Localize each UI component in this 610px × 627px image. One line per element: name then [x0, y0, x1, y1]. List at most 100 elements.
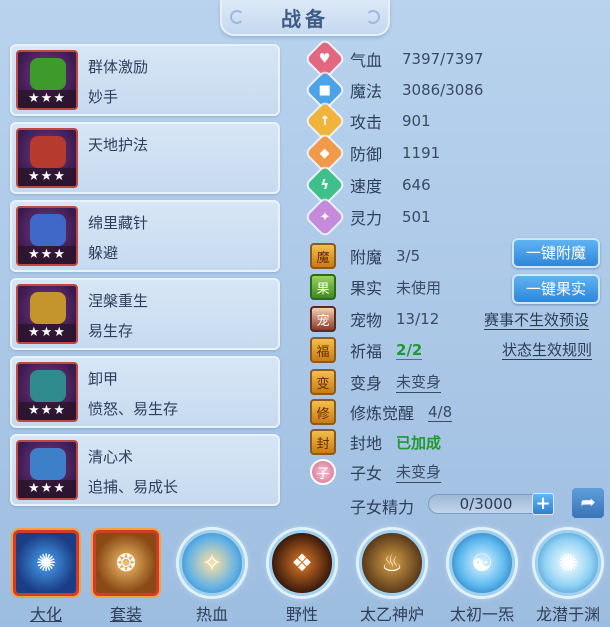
skill-name: 群体激励 [88, 58, 149, 76]
skill-sub: 愤怒、易生存 [88, 400, 179, 418]
stat-label: 魔法 [350, 82, 383, 101]
fief-icon: 封 [310, 429, 336, 455]
misc-value: 未使用 [396, 278, 442, 297]
stat-defense: ◆ 防御 1191 [306, 134, 441, 172]
fruit-all-button[interactable]: 一键果实 [512, 274, 600, 304]
skill-item[interactable]: ★★★ 涅槃重生 易生存 [10, 278, 280, 350]
add-energy-button[interactable]: + [532, 493, 554, 515]
skill-name: 绵里藏针 [88, 214, 149, 232]
misc-value: 已加成 [396, 433, 442, 452]
misc-transform: 变 变身 未变身 [310, 367, 442, 397]
misc-cultivation: 修 修炼觉醒 4/8 [310, 397, 453, 427]
fruit-icon: 果 [310, 274, 336, 300]
skill-sub: 妙手 [88, 88, 119, 106]
misc-label: 祈福 [350, 342, 383, 361]
tab-label: 套装 [109, 605, 142, 624]
misc-blessing: 福 祈福 2/2 [310, 335, 423, 365]
skill-item[interactable]: ★★★ 天地护法 [10, 122, 280, 194]
misc-enchant: 魔 附魔 3/5 [310, 241, 420, 271]
spirit-icon: ✦ [306, 198, 344, 236]
skill-item[interactable]: ★★★ 卸甲 愤怒、易生存 [10, 356, 280, 428]
skill-icon: ★★★ [16, 440, 78, 500]
stat-value: 901 [402, 112, 431, 130]
bottom-tabs: ✺ 大化 ❂ 套装 ✧ 热血 ❖ 野性 ♨ 太乙神炉 ☯ 太初一炁 ✺ 龙潜于渊 [0, 530, 610, 627]
skill-item[interactable]: ★★★ 群体激励 妙手 [10, 44, 280, 116]
tab-yexing[interactable]: ❖ 野性 [262, 530, 342, 625]
stat-label: 攻击 [350, 113, 383, 132]
transform-icon: 变 [310, 369, 336, 395]
skill-sub: 躲避 [88, 244, 119, 262]
stat-value: 7397/7397 [402, 50, 484, 68]
rexue-icon: ✧ [179, 530, 245, 596]
skill-name: 涅槃重生 [88, 292, 149, 310]
tab-label: 龙潜于渊 [535, 605, 600, 624]
tab-dahua[interactable]: ✺ 大化 [6, 530, 86, 625]
misc-fruit: 果 果实 未使用 [310, 272, 441, 302]
stat-label: 气血 [350, 51, 383, 70]
event-preset-link[interactable]: 赛事不生效预设 [484, 311, 590, 330]
misc-label: 果实 [350, 279, 383, 298]
enchant-icon: 魔 [310, 243, 336, 269]
skill-list: ★★★ 群体激励 妙手 ★★★ 天地护法 ★★★ 绵里藏针 躲避 ★★★ 涅槃重… [10, 44, 280, 512]
skill-item[interactable]: ★★★ 绵里藏针 躲避 [10, 200, 280, 272]
stat-speed: ϟ 速度 646 [306, 166, 431, 204]
misc-value[interactable]: 未变身 [396, 461, 442, 483]
skill-icon: ★★★ [16, 50, 78, 110]
skill-name: 卸甲 [88, 370, 119, 388]
stat-mp: ■ 魔法 3086/3086 [306, 71, 484, 109]
tab-longqian[interactable]: ✺ 龙潜于渊 [528, 530, 608, 625]
speed-icon: ϟ [306, 166, 344, 204]
misc-value[interactable]: 4/8 [428, 403, 453, 422]
skill-sub: 易生存 [88, 322, 134, 340]
misc-label: 封地 [350, 434, 383, 453]
child-icon: 子 [310, 459, 336, 485]
status-rules-link[interactable]: 状态生效规则 [502, 341, 593, 360]
tab-label: 太乙神炉 [359, 605, 424, 624]
stat-value: 646 [402, 176, 431, 194]
tab-label: 野性 [285, 605, 318, 624]
energy-label: 子女精力 [350, 498, 415, 517]
pet-icon: 宠 [310, 306, 336, 332]
stat-value: 1191 [402, 144, 441, 162]
tab-taichu[interactable]: ☯ 太初一炁 [442, 530, 522, 625]
enchant-all-button[interactable]: 一键附魔 [512, 238, 600, 268]
yexing-icon: ❖ [269, 530, 335, 596]
misc-value: 13/12 [396, 310, 440, 328]
tab-rexue[interactable]: ✧ 热血 [172, 530, 252, 625]
stat-hp: ♥ 气血 7397/7397 [306, 40, 484, 78]
misc-value[interactable]: 未变身 [396, 371, 442, 393]
cultivation-icon: 修 [310, 399, 336, 425]
skill-sub: 追捕、易成长 [88, 478, 179, 496]
skill-item[interactable]: ★★★ 清心术 追捕、易成长 [10, 434, 280, 506]
page-title: 战备 [281, 6, 329, 31]
misc-label: 子女 [350, 464, 383, 483]
tab-label: 太初一炁 [449, 605, 514, 624]
energy-bar: 0/3000 [428, 494, 544, 514]
skill-icon: ★★★ [16, 206, 78, 266]
suit-icon: ❂ [93, 530, 159, 596]
misc-fief: 封 封地 已加成 [310, 427, 441, 457]
stat-value: 3086/3086 [402, 81, 484, 99]
tab-label: 大化 [29, 605, 62, 624]
stat-value: 501 [402, 208, 431, 226]
tab-suit[interactable]: ❂ 套装 [86, 530, 166, 625]
misc-value: 3/5 [396, 247, 421, 265]
share-icon[interactable]: ➦ [572, 488, 604, 518]
tab-taiyi[interactable]: ♨ 太乙神炉 [352, 530, 432, 625]
skill-name: 天地护法 [88, 136, 149, 154]
skill-stars: ★★★ [18, 480, 76, 498]
skill-icon: ★★★ [16, 284, 78, 344]
title-ornament-right [366, 10, 380, 24]
dahua-icon: ✺ [13, 530, 79, 596]
stat-label: 防御 [350, 145, 383, 164]
defense-icon: ◆ [306, 134, 344, 172]
title-ornament-left [230, 10, 244, 24]
stat-spirit: ✦ 灵力 501 [306, 198, 431, 236]
skill-icon: ★★★ [16, 128, 78, 188]
misc-label: 宠物 [350, 311, 383, 330]
blessing-icon: 福 [310, 337, 336, 363]
skill-icon: ★★★ [16, 362, 78, 422]
taichu-icon: ☯ [449, 530, 515, 596]
misc-value[interactable]: 2/2 [396, 341, 423, 360]
skill-stars: ★★★ [18, 246, 76, 264]
